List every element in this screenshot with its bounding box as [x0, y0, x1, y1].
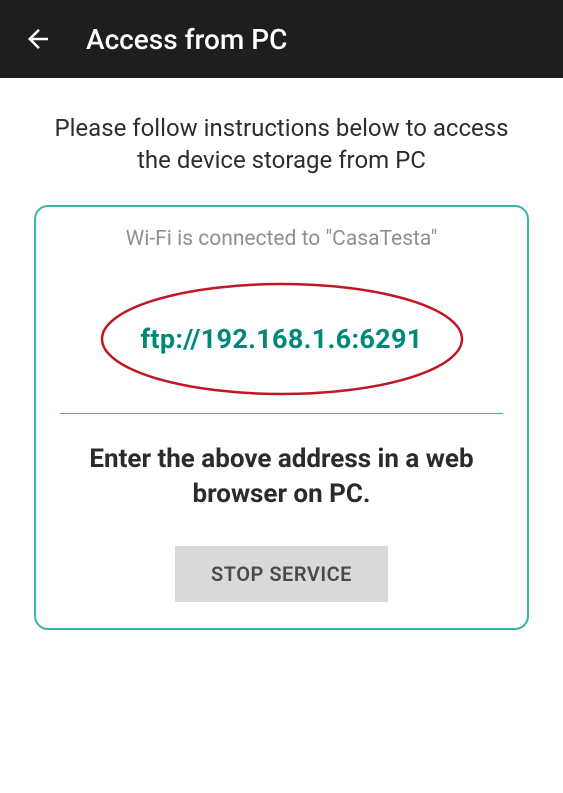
- arrow-back-icon: [23, 24, 53, 54]
- back-button[interactable]: [18, 19, 58, 59]
- ftp-address-text: ftp://192.168.1.6:6291: [140, 323, 422, 355]
- wifi-status-text: Wi-Fi is connected to "CasaTesta": [36, 227, 527, 251]
- card-divider: [60, 413, 503, 414]
- stop-service-button[interactable]: STOP SERVICE: [175, 546, 388, 602]
- browser-hint-text: Enter the above address in a web browser…: [36, 442, 527, 512]
- ftp-address-container: ftp://192.168.1.6:6291: [140, 323, 422, 355]
- connection-card: Wi-Fi is connected to "CasaTesta" ftp://…: [34, 205, 529, 630]
- page-title: Access from PC: [86, 23, 287, 56]
- app-header: Access from PC: [0, 0, 563, 78]
- instructions-text: Please follow instructions below to acce…: [0, 78, 563, 205]
